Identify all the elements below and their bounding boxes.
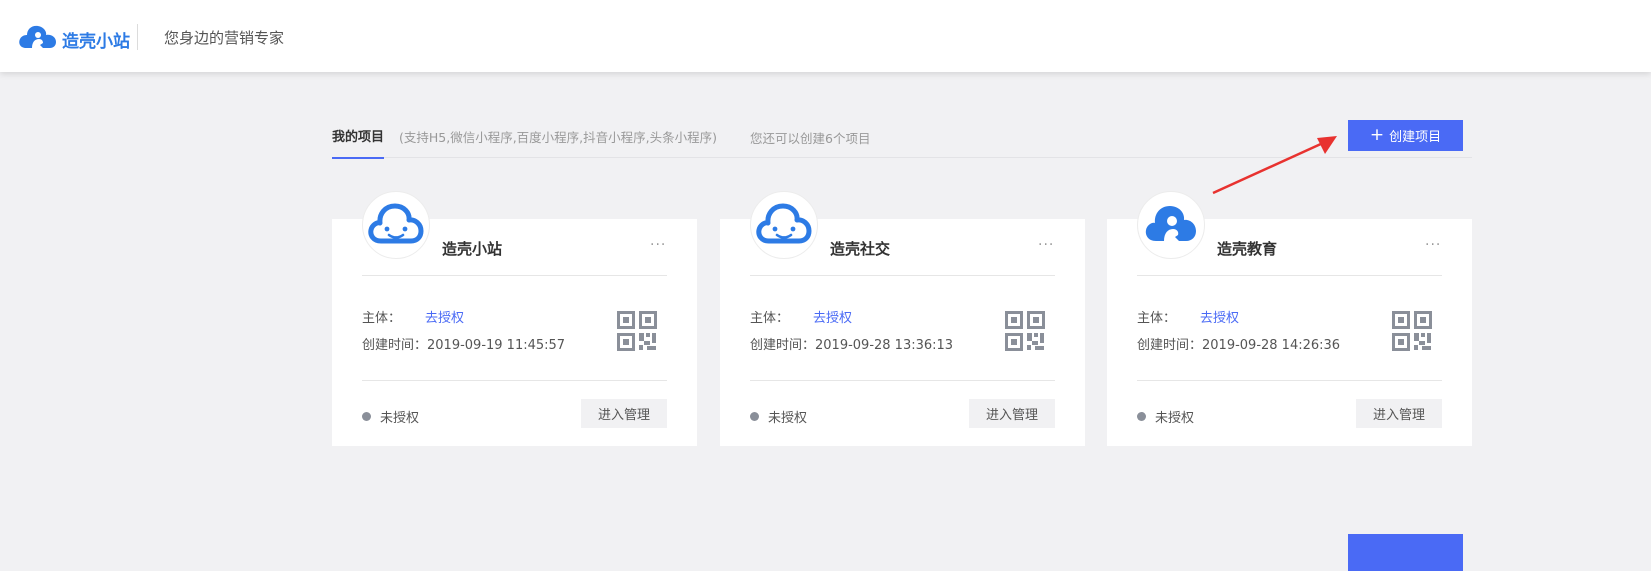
project-avatar	[1137, 191, 1205, 259]
tab-my-projects[interactable]: 我的项目	[332, 126, 385, 159]
cloud-person-filled-icon	[1142, 199, 1200, 251]
project-card: 造壳社交 ··· 主体： 去授权 创建时间：2019-09-28 13:36:13…	[720, 191, 1085, 446]
subject-label: 主体：	[362, 311, 402, 326]
divider	[750, 380, 1055, 381]
qr-code-icon[interactable]	[617, 311, 657, 355]
cloud-logo-icon	[18, 24, 58, 54]
project-avatar	[362, 191, 430, 259]
created-time: 创建时间：2019-09-28 14:26:36	[1137, 338, 1341, 353]
divider	[1137, 380, 1442, 381]
qr-code-icon[interactable]	[1392, 311, 1432, 355]
project-card: 造壳小站 ··· 主体： 去授权 创建时间：2019-09-19 11:45:57…	[332, 191, 697, 446]
logo[interactable]: 造壳小站	[18, 24, 130, 54]
subject-label: 主体：	[1137, 311, 1177, 326]
project-quota-text: 您还可以创建6个项目	[750, 131, 871, 146]
more-menu-icon[interactable]: ···	[650, 237, 666, 253]
authorize-link[interactable]: 去授权	[425, 311, 464, 326]
status-dot	[1137, 412, 1146, 421]
project-title: 造壳社交	[830, 240, 891, 258]
status-text: 未授权	[380, 411, 420, 426]
header-divider	[137, 24, 138, 50]
enter-manage-button[interactable]: 进入管理	[581, 399, 667, 428]
divider	[362, 275, 667, 276]
divider	[1137, 275, 1442, 276]
status-dot	[362, 412, 371, 421]
create-project-label: 创建项目	[1389, 130, 1442, 145]
divider	[362, 380, 667, 381]
project-title: 造壳教育	[1217, 240, 1278, 258]
qr-code-icon[interactable]	[1005, 311, 1045, 355]
cloud-face-outline-icon	[755, 199, 813, 251]
created-time: 创建时间：2019-09-28 13:36:13	[750, 338, 954, 353]
tab-platform-note: (支持H5,微信小程序,百度小程序,抖音小程序,头条小程序)	[399, 130, 718, 145]
header-slogan: 您身边的营销专家	[164, 29, 285, 47]
bottom-action-button[interactable]	[1348, 534, 1463, 571]
enter-manage-button[interactable]: 进入管理	[1356, 399, 1442, 428]
more-menu-icon[interactable]: ···	[1425, 237, 1441, 253]
status: 未授权	[1137, 407, 1194, 426]
status: 未授权	[750, 407, 807, 426]
authorize-link[interactable]: 去授权	[1200, 311, 1239, 326]
status-text: 未授权	[1155, 411, 1195, 426]
status: 未授权	[362, 407, 419, 426]
subject-row: 主体： 去授权	[1137, 307, 1239, 326]
cloud-face-outline-icon	[367, 199, 425, 251]
subject-label: 主体：	[750, 311, 790, 326]
logo-text: 造壳小站	[62, 31, 130, 52]
create-project-button[interactable]: + 创建项目	[1348, 120, 1463, 151]
subject-row: 主体： 去授权	[362, 307, 464, 326]
authorize-link[interactable]: 去授权	[813, 311, 852, 326]
status-dot	[750, 412, 759, 421]
more-menu-icon[interactable]: ···	[1038, 237, 1054, 253]
project-card: 造壳教育 ··· 主体： 去授权 创建时间：2019-09-28 14:26:36…	[1107, 191, 1472, 446]
created-time: 创建时间：2019-09-19 11:45:57	[362, 338, 566, 353]
plus-icon: +	[1369, 125, 1385, 145]
project-title: 造壳小站	[442, 240, 503, 258]
status-text: 未授权	[768, 411, 808, 426]
project-avatar	[750, 191, 818, 259]
top-header: 造壳小站 您身边的营销专家	[0, 0, 1651, 72]
subject-row: 主体： 去授权	[750, 307, 852, 326]
red-arrow-annotation	[1212, 136, 1337, 195]
divider	[750, 275, 1055, 276]
enter-manage-button[interactable]: 进入管理	[969, 399, 1055, 428]
